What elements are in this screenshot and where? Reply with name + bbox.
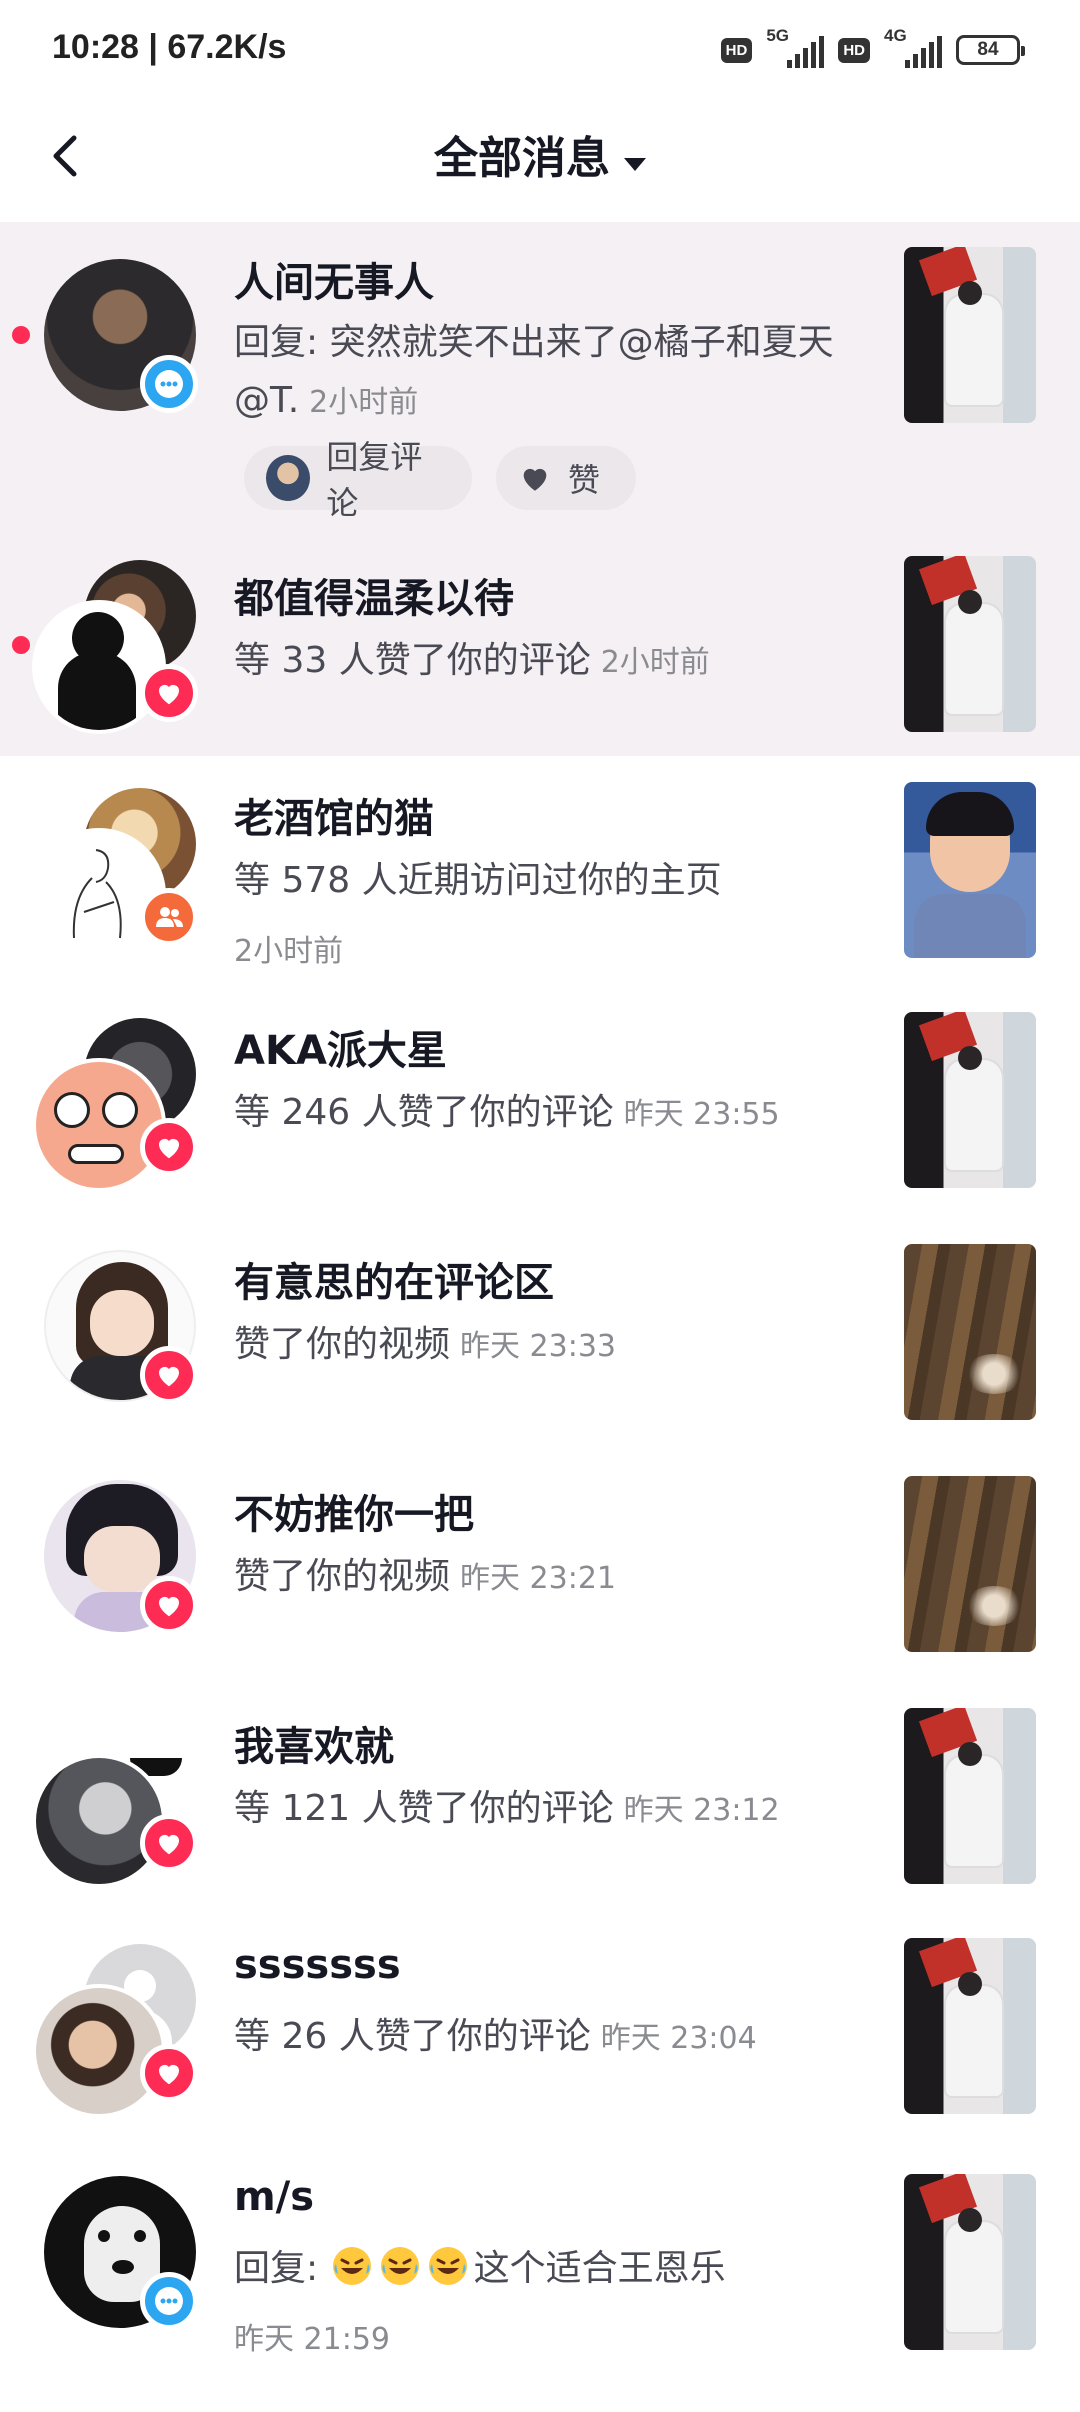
notification-text: 等 26 人赞了你的评论 昨天 23:04	[234, 2016, 757, 2057]
notification-text: 等 578 人近期访问过你的主页	[234, 860, 722, 901]
notification-text: 赞了你的视频 昨天 23:21	[234, 1556, 617, 1597]
heart-badge-icon	[140, 1576, 198, 1634]
video-thumbnail[interactable]	[904, 1938, 1036, 2114]
notification-text: 等 33 人赞了你的评论 2小时前	[234, 640, 710, 681]
avatar[interactable]	[32, 1058, 166, 1192]
heart-badge-icon	[140, 1814, 198, 1872]
battery-icon: 84	[956, 35, 1025, 65]
notification-time: 昨天 21:59	[234, 2322, 390, 2357]
comment-badge-icon	[140, 2272, 198, 2330]
title-dropdown[interactable]: 全部消息	[0, 122, 1080, 186]
notification-list: 人间无事人 回复: 突然就笑不出来了@橘子和夏天 @T.2小时前 回复评论 赞	[0, 222, 1080, 2412]
notification-item[interactable]: 我喜欢就 等 121 人赞了你的评论 昨天 23:12	[0, 1688, 1080, 1918]
notification-item[interactable]: sssssss 等 26 人赞了你的评论 昨天 23:04	[0, 1918, 1080, 2152]
avatar-group[interactable]	[32, 784, 210, 962]
notification-item[interactable]: 老酒馆的猫 等 578 人近期访问过你的主页 2小时前	[0, 756, 1080, 992]
status-bar: 10:28 | 67.2K/s HD 5G HD 4G 84	[0, 0, 1080, 100]
heart-badge-icon	[140, 2044, 198, 2102]
notification-text: 等 246 人赞了你的评论 昨天 23:55	[234, 1092, 780, 1133]
heart-badge-icon	[140, 1346, 198, 1404]
video-thumbnail[interactable]	[904, 1476, 1036, 1652]
notification-item[interactable]: AKA派大星 等 246 人赞了你的评论 昨天 23:55	[0, 992, 1080, 1224]
notification-time: 昨天 23:04	[600, 2021, 757, 2056]
header: 全部消息	[0, 100, 1080, 223]
notification-item[interactable]: m/s 回复: 这个适合王恩乐 昨天 21:59	[0, 2152, 1080, 2412]
avatar-group[interactable]	[32, 1940, 210, 2118]
status-time-speed: 10:28 | 67.2K/s	[52, 28, 287, 66]
reply-comment-button[interactable]: 回复评论	[244, 438, 472, 522]
avatar-group[interactable]	[40, 257, 210, 427]
status-icons: HD 5G HD 4G 84	[720, 26, 1025, 70]
notification-text: 回复: 突然就笑不出来了@橘子和夏天 @T. 2小时前	[234, 322, 834, 421]
notification-time: 昨天 23:12	[623, 1793, 780, 1828]
avatar-group[interactable]	[40, 1478, 210, 1648]
like-button[interactable]: 赞	[496, 446, 636, 510]
notification-item[interactable]: 人间无事人 回复: 突然就笑不出来了@橘子和夏天 @T. 2小时前 回复评论 赞	[0, 222, 1080, 524]
video-thumbnail[interactable]	[904, 2174, 1036, 2350]
user-name[interactable]: 老酒馆的猫	[234, 786, 434, 844]
avatar-group[interactable]	[40, 1248, 210, 1418]
video-thumbnail[interactable]	[904, 1244, 1036, 1420]
user-name[interactable]: sssssss	[234, 1942, 401, 1988]
unread-dot	[12, 636, 30, 654]
user-name[interactable]: m/s	[234, 2174, 314, 2220]
heart-icon	[523, 468, 547, 491]
notification-time: 2小时前	[600, 645, 710, 680]
heart-badge-icon	[140, 1118, 198, 1176]
page-title: 全部消息	[434, 133, 610, 184]
notification-time: 2小时前	[309, 385, 419, 420]
laughing-tears-emoji-icon	[428, 2247, 467, 2285]
user-name[interactable]: AKA派大星	[234, 1018, 447, 1076]
video-thumbnail[interactable]	[904, 247, 1036, 423]
laughing-tears-emoji-icon	[332, 2247, 371, 2285]
user-name[interactable]: 不妨推你一把	[234, 1482, 474, 1540]
avatar-group[interactable]	[40, 2174, 210, 2344]
avatar-group[interactable]	[32, 1710, 210, 1888]
signal-5g-icon: 5G	[766, 26, 825, 68]
heart-badge-icon	[140, 664, 198, 722]
group-badge-icon	[140, 888, 198, 946]
notification-text: 回复: 这个适合王恩乐	[234, 2240, 834, 2298]
comment-badge-icon	[140, 355, 198, 413]
laughing-tears-emoji-icon	[380, 2247, 419, 2285]
hd-badge-1: HD	[720, 37, 753, 63]
avatar[interactable]	[32, 828, 166, 962]
notification-item[interactable]: 都值得温柔以待 等 33 人赞了你的评论 2小时前	[0, 524, 1080, 756]
video-thumbnail[interactable]	[904, 556, 1036, 732]
user-name[interactable]: 有意思的在评论区	[234, 1250, 554, 1308]
hd-badge-2: HD	[838, 37, 870, 63]
avatar-group[interactable]	[32, 556, 210, 734]
notification-time: 2小时前	[234, 934, 344, 969]
avatar[interactable]	[32, 600, 166, 734]
user-name[interactable]: 人间无事人	[234, 250, 434, 308]
unread-dot	[12, 326, 30, 344]
user-name[interactable]: 我喜欢就	[234, 1714, 394, 1772]
video-thumbnail[interactable]	[904, 1708, 1036, 1884]
notification-item[interactable]: 有意思的在评论区 赞了你的视频 昨天 23:33	[0, 1224, 1080, 1456]
mini-avatar	[266, 455, 311, 501]
notification-text: 赞了你的视频 昨天 23:33	[234, 1324, 617, 1365]
avatar-group[interactable]	[32, 1014, 210, 1192]
profile-thumbnail[interactable]	[904, 782, 1036, 958]
notification-time: 昨天 23:33	[460, 1329, 617, 1364]
avatar[interactable]	[32, 1984, 166, 2118]
video-thumbnail[interactable]	[904, 1012, 1036, 1188]
caret-down-icon	[624, 158, 646, 171]
signal-4g-icon: 4G	[884, 26, 942, 68]
notification-time: 昨天 23:55	[623, 1097, 780, 1132]
notification-item[interactable]: 不妨推你一把 赞了你的视频 昨天 23:21	[0, 1456, 1080, 1688]
user-name[interactable]: 都值得温柔以待	[234, 566, 514, 624]
avatar[interactable]	[32, 1754, 166, 1888]
notification-text: 等 121 人赞了你的评论 昨天 23:12	[234, 1788, 780, 1829]
notification-time: 昨天 23:21	[460, 1561, 617, 1596]
